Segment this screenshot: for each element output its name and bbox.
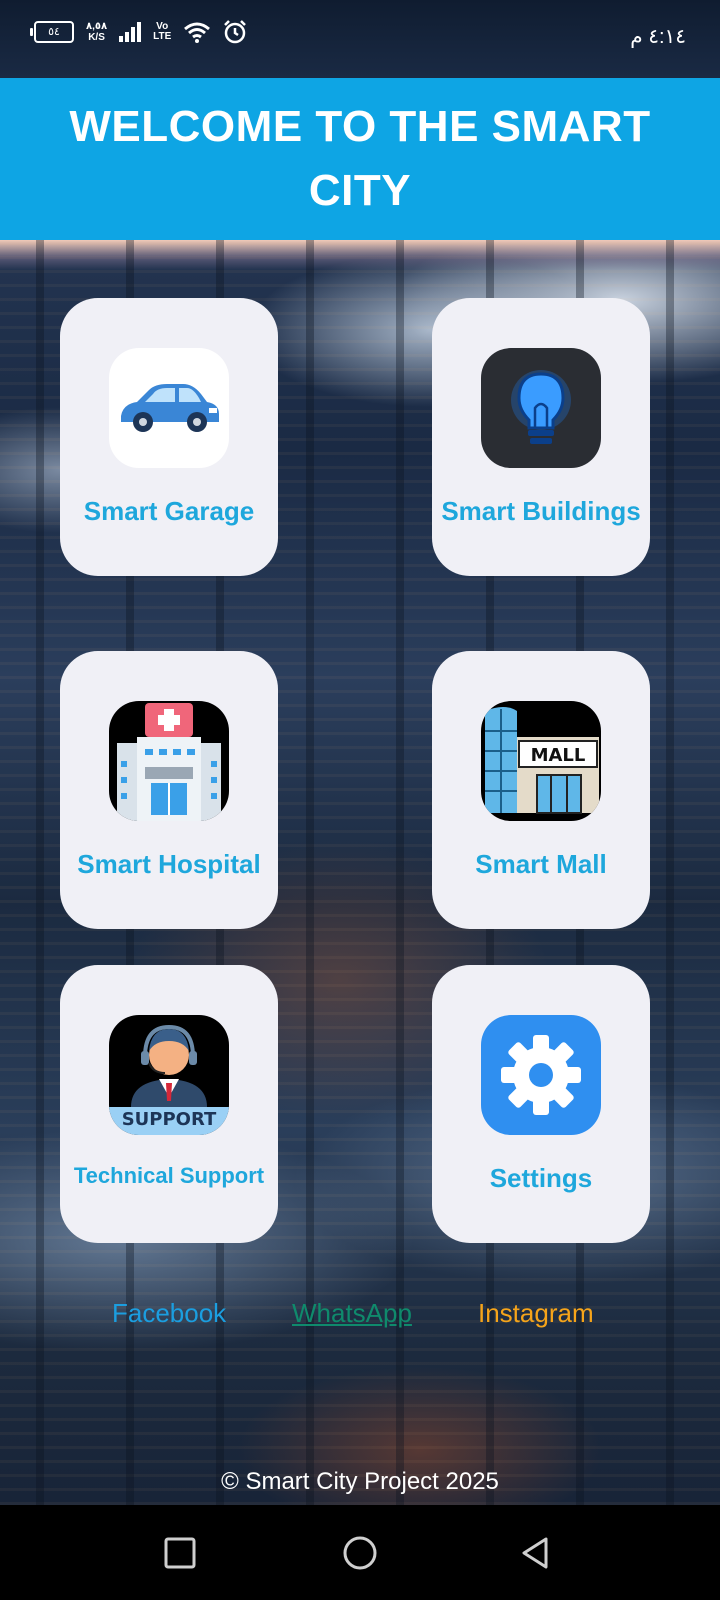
- signal-icon: [119, 22, 142, 42]
- net-speed-unit: K/S: [88, 32, 105, 43]
- hospital-icon: [109, 701, 229, 821]
- page-title: WELCOME TO THE SMART CITY: [69, 102, 651, 215]
- instagram-link[interactable]: Instagram: [478, 1298, 594, 1329]
- lightbulb-icon: [481, 348, 601, 468]
- settings-card[interactable]: Settings: [432, 965, 650, 1243]
- app-header: WELCOME TO THE SMART CITY: [0, 78, 720, 240]
- smart-mall-card[interactable]: MALL Smart Mall: [432, 651, 650, 929]
- home-icon[interactable]: [340, 1533, 380, 1573]
- card-label: Technical Support: [73, 1163, 265, 1188]
- card-label: Smart Hospital: [77, 849, 261, 879]
- volte-icon: Vo LTE: [153, 22, 171, 42]
- net-speed-value: ٨,٥٨: [86, 21, 108, 32]
- footer-copyright: © Smart City Project 2025: [221, 1468, 499, 1495]
- back-icon[interactable]: [516, 1533, 556, 1573]
- card-label: Smart Mall: [475, 849, 607, 879]
- technical-support-card[interactable]: SUPPORT Technical Support: [60, 965, 278, 1243]
- whatsapp-link[interactable]: WhatsApp: [292, 1298, 412, 1329]
- support-agent-icon: SUPPORT: [109, 1015, 229, 1135]
- gear-icon: [481, 1015, 601, 1135]
- car-icon: [109, 348, 229, 468]
- system-nav-bar: [0, 1505, 720, 1600]
- card-label: Smart Garage: [83, 496, 255, 526]
- mall-icon-text: MALL: [531, 745, 586, 766]
- wifi-icon: [184, 22, 211, 43]
- net-speed: ٨,٥٨ K/S: [86, 21, 107, 43]
- clock: ٤:١٤ م: [630, 26, 686, 48]
- status-bar: ٥٤ ٨,٥٨ K/S Vo LTE ٤:١٤ م: [0, 0, 720, 78]
- mall-icon: MALL: [481, 701, 601, 821]
- card-label: Smart Buildings: [441, 496, 641, 526]
- support-icon-text: SUPPORT: [122, 1109, 217, 1130]
- facebook-link[interactable]: Facebook: [112, 1298, 226, 1329]
- alarm-icon: [224, 20, 247, 44]
- volte-bottom: LTE: [153, 31, 172, 42]
- battery-icon: ٥٤: [30, 21, 74, 43]
- battery-level: ٥٤: [48, 26, 60, 38]
- smart-garage-card[interactable]: Smart Garage: [60, 298, 278, 576]
- smart-buildings-card[interactable]: Smart Buildings: [432, 298, 650, 576]
- recent-apps-icon[interactable]: [160, 1533, 200, 1573]
- smart-hospital-card[interactable]: Smart Hospital: [60, 651, 278, 929]
- card-label: Settings: [489, 1163, 593, 1193]
